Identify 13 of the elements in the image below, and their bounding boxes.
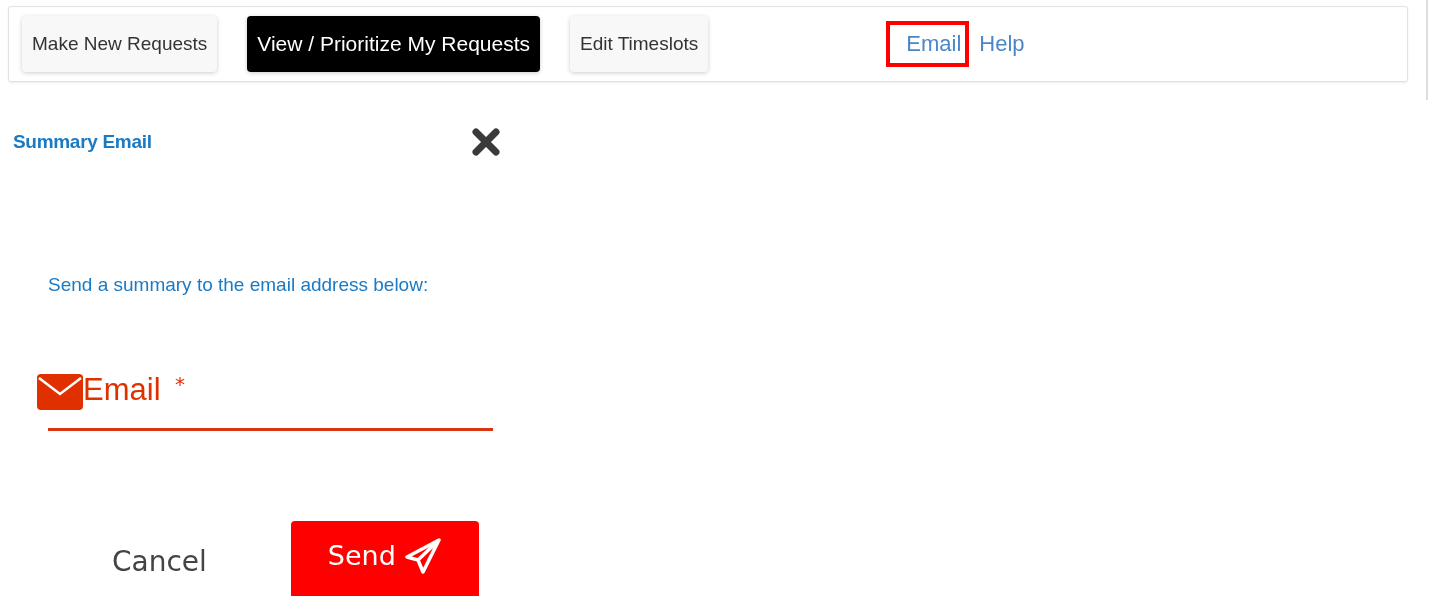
- required-mark: *: [175, 372, 185, 396]
- nav-link[interactable]: Help: [975, 21, 1033, 67]
- nav-button[interactable]: Edit Timeslots: [570, 16, 709, 72]
- close-icon[interactable]: [472, 128, 500, 156]
- nav-link[interactable]: Email: [886, 21, 970, 67]
- cancel-button[interactable]: Cancel: [98, 536, 221, 586]
- nav-button[interactable]: Make New Requests: [22, 16, 218, 72]
- paper-plane-icon: [403, 537, 442, 574]
- envelope-icon: [37, 374, 83, 410]
- send-button[interactable]: Send: [290, 521, 479, 596]
- dialog-title: Summary Email: [13, 131, 152, 153]
- nav-button[interactable]: View / Prioritize My Requests: [247, 16, 540, 72]
- instruction-text: Send a summary to the email address below:: [48, 274, 430, 296]
